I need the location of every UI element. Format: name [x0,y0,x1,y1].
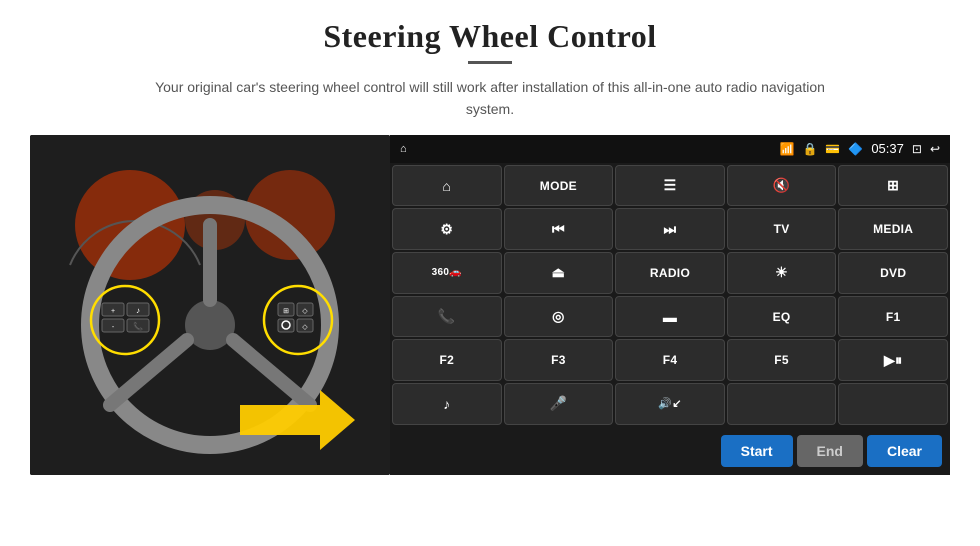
status-time: 05:37 [871,141,904,156]
status-bar: ⌂ 📶 🔒 💳 🔷 05:37 ⊡ ↩ [390,135,950,163]
btn-menu[interactable]: ☰ [615,165,725,207]
btn-volume[interactable]: 🔊↙ [615,383,725,425]
steering-wheel-image: + - ♪ 📞 ⊞ ◇ ◇ [30,135,390,475]
btn-dvd[interactable]: DVD [838,252,948,294]
lock-icon: 🔒 [802,142,817,156]
btn-f5[interactable]: F5 [727,339,837,381]
clear-button[interactable]: Clear [867,435,942,467]
window-icon: ⊡ [912,142,922,156]
btn-empty1 [727,383,837,425]
home-icon: ⌂ [400,143,407,155]
status-bar-left: ⌂ [400,143,407,155]
btn-music[interactable]: ♪ [392,383,502,425]
btn-rewind[interactable]: ⏮ [504,208,614,250]
bluetooth-icon: 🔷 [848,142,863,156]
btn-f3[interactable]: F3 [504,339,614,381]
btn-home[interactable]: ⌂ [392,165,502,207]
page-container: Steering Wheel Control Your original car… [0,0,980,546]
home-btn-icon: ⌂ [442,178,451,194]
btn-brightness[interactable]: ☀ [727,252,837,294]
btn-tv[interactable]: TV [727,208,837,250]
btn-f4[interactable]: F4 [615,339,725,381]
btn-mode[interactable]: MODE [504,165,614,207]
page-title: Steering Wheel Control [323,18,656,55]
btn-f1[interactable]: F1 [838,296,948,338]
page-subtitle: Your original car's steering wheel contr… [150,76,830,121]
svg-text:⊞: ⊞ [283,308,289,315]
btn-settings[interactable]: ⚙ [392,208,502,250]
svg-text:◇: ◇ [302,324,308,331]
btn-eq[interactable]: EQ [727,296,837,338]
svg-text:♪: ♪ [136,306,140,315]
card-icon: 💳 [825,142,840,156]
btn-mic[interactable]: 🎤 [504,383,614,425]
svg-text:◇: ◇ [302,308,308,315]
btn-360[interactable]: 360🚗 [392,252,502,294]
button-grid: ⌂ MODE ☰ 🔇 ⊞ ⚙ ⏮ ⏭ TV MEDIA 360🚗 ⏏ RADIO… [390,163,950,427]
content-row: + - ♪ 📞 ⊞ ◇ ◇ [30,135,950,475]
svg-text:+: + [111,308,115,315]
btn-empty2 [838,383,948,425]
btn-forward[interactable]: ⏭ [615,208,725,250]
btn-screen[interactable]: ▬ [615,296,725,338]
end-button[interactable]: End [797,435,863,467]
back-icon: ↩ [930,142,940,156]
bottom-bar: Start End Clear [390,427,950,475]
btn-phone[interactable]: 📞 [392,296,502,338]
btn-apps[interactable]: ⊞ [838,165,948,207]
title-divider [468,61,512,64]
start-button[interactable]: Start [721,435,793,467]
svg-text:📞: 📞 [133,321,143,331]
status-bar-right: 📶 🔒 💳 🔷 05:37 ⊡ ↩ [780,141,940,156]
btn-mute[interactable]: 🔇 [727,165,837,207]
btn-eject[interactable]: ⏏ [504,252,614,294]
btn-f2[interactable]: F2 [392,339,502,381]
btn-playpause[interactable]: ▶⏸ [838,339,948,381]
wifi-icon: 📶 [780,142,795,156]
btn-nav[interactable]: ◎ [504,296,614,338]
control-panel: ⌂ 📶 🔒 💳 🔷 05:37 ⊡ ↩ ⌂ MODE ☰ 🔇 [390,135,950,475]
btn-radio[interactable]: RADIO [615,252,725,294]
btn-media[interactable]: MEDIA [838,208,948,250]
